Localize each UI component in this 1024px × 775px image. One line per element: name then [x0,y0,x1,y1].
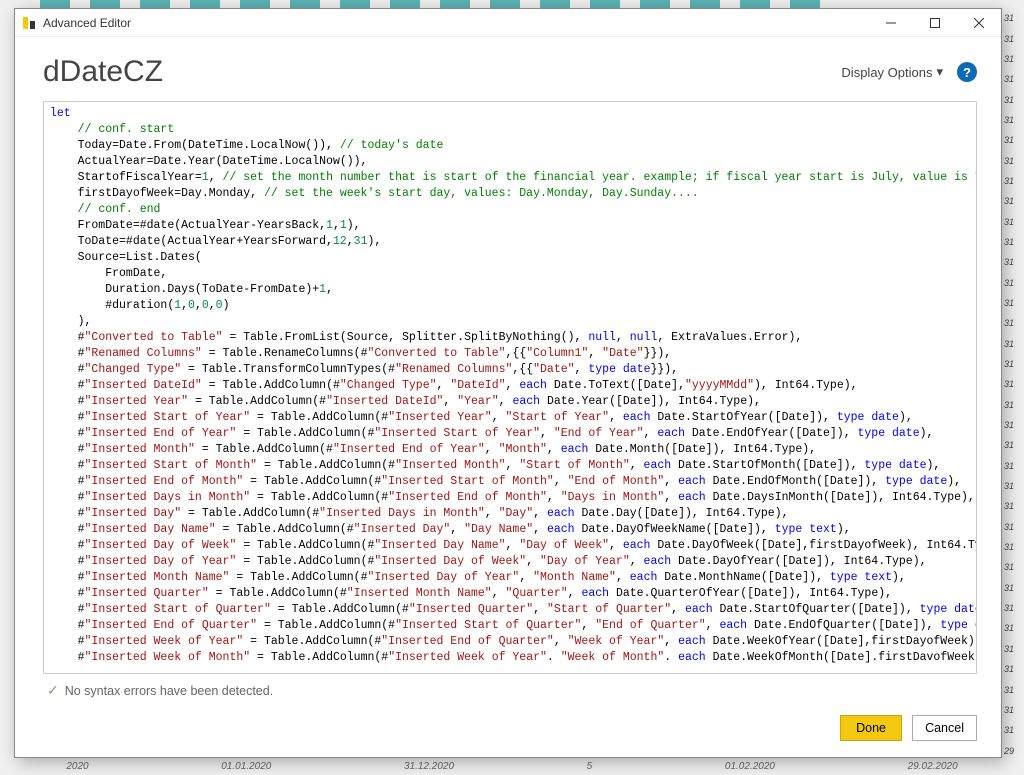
chevron-down-icon: ▾ [936,64,943,80]
titlebar: Advanced Editor [15,9,1001,37]
display-options-label: Display Options [841,65,932,80]
syntax-status-text: No syntax errors have been detected. [65,684,273,698]
done-button[interactable]: Done [840,715,902,741]
window-buttons [869,9,1001,37]
check-icon: ✓ [47,682,59,699]
syntax-status: ✓ No syntax errors have been detected. [15,682,1001,707]
app-icon [21,15,37,31]
display-options-dropdown[interactable]: Display Options ▾ [841,64,943,80]
titlebar-title: Advanced Editor [43,16,869,30]
maximize-button[interactable] [913,9,957,37]
advanced-editor-dialog: Advanced Editor dDateCZ Display Options … [14,8,1002,758]
background-bottom-row: 202001.01.202031.12.2020501.02.202029.02… [0,761,1024,775]
query-name-heading: dDateCZ [43,55,841,89]
background-top-bars [0,0,1024,8]
code-editor-container: let // conf. start Today=Date.From(DateT… [43,101,977,674]
dialog-header: dDateCZ Display Options ▾ ? [15,37,1001,101]
close-button[interactable] [957,9,1001,37]
background-right-column: 3131313131313131313131313131313131313131… [1004,8,1022,761]
dialog-footer: Done Cancel [15,707,1001,757]
code-editor[interactable]: let // conf. start Today=Date.From(DateT… [44,102,976,673]
help-icon[interactable]: ? [957,62,977,82]
cancel-button[interactable]: Cancel [912,715,977,741]
minimize-button[interactable] [869,9,913,37]
